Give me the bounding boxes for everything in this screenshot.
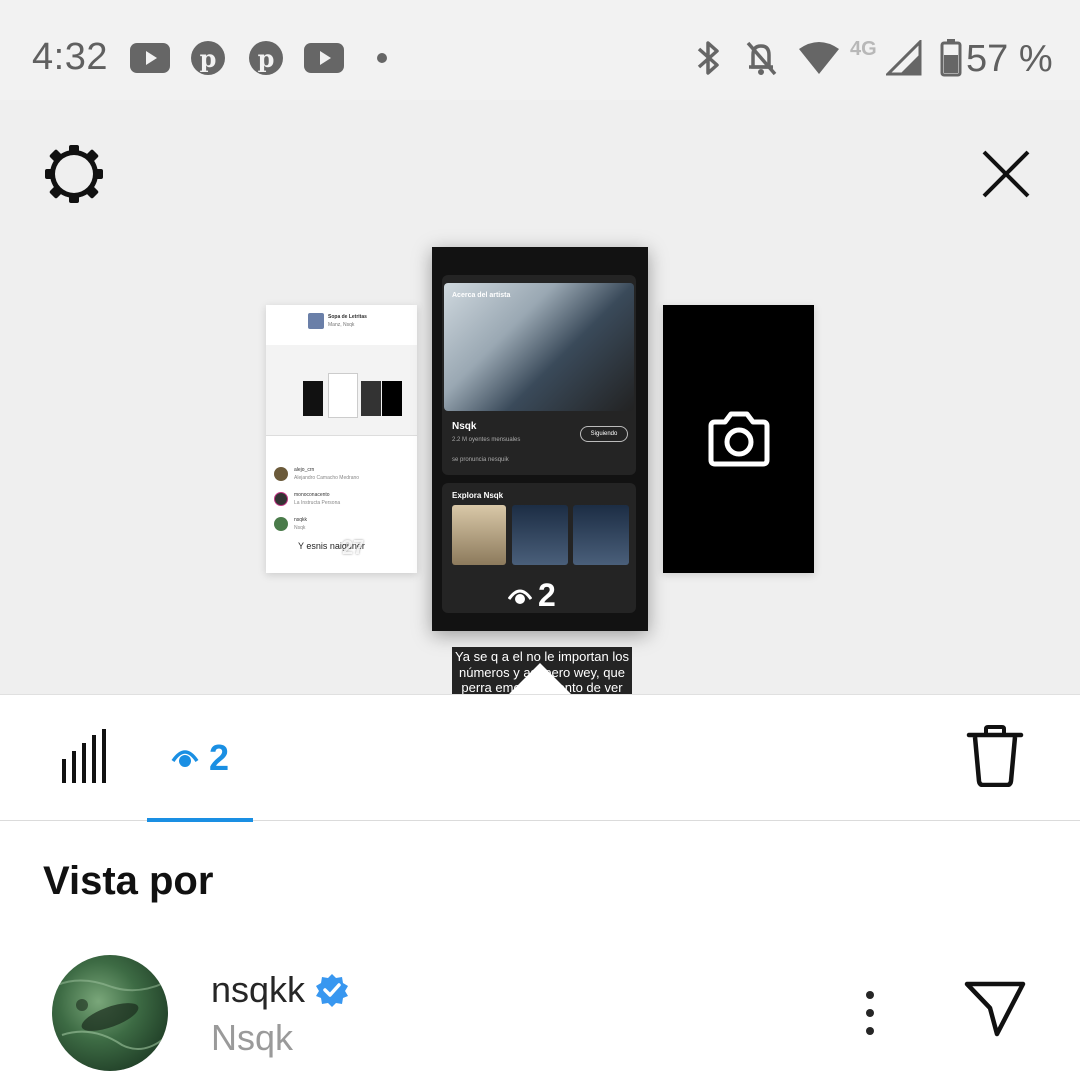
album-art: [308, 313, 324, 329]
verified-badge-icon: [316, 974, 349, 1007]
thumb-row-sub: Alejandro Camacho Medrano: [294, 475, 360, 481]
thumb-subtitle: Manz, Nsqk: [328, 322, 355, 328]
dot-icon: [376, 38, 388, 78]
dot: [866, 991, 874, 999]
send-message-button[interactable]: [964, 981, 1028, 1045]
pinterest-icon: p: [248, 38, 284, 78]
network-type: 4G: [850, 38, 877, 60]
thumb-view-count: 27: [342, 537, 365, 559]
battery-percent: 57 %: [966, 38, 1053, 80]
center-view-count: 2: [538, 577, 556, 613]
story-thumbnail-current[interactable]: Acerca del artista Nsqk 2.2 M oyentes me…: [432, 247, 648, 631]
eye-icon: [171, 750, 199, 767]
explore-title: Explora Nsqk: [452, 491, 504, 500]
nested-thumb: [328, 373, 358, 418]
signal-icon: [886, 38, 922, 78]
viewer-row[interactable]: nsqkk Nsqk: [0, 949, 1080, 1079]
pinterest-icon: p: [190, 38, 226, 78]
gear-icon: [45, 145, 103, 203]
status-time: 4:32: [32, 36, 108, 78]
notifications-off-icon: [744, 38, 778, 78]
wifi-icon: [798, 38, 840, 78]
thumb-title: Sopa de Letritas: [328, 314, 367, 320]
avatar[interactable]: [52, 955, 168, 1071]
explore-thumb: [573, 505, 629, 565]
story-preview-area: Sopa de Letritas Manz, Nsqk alejo_crn Al…: [0, 100, 1080, 729]
svg-text:p: p: [258, 44, 275, 73]
story-thumbnail-previous[interactable]: Sopa de Letritas Manz, Nsqk alejo_crn Al…: [266, 305, 417, 573]
artist-pronunciation: se pronuncia nesquik: [452, 457, 509, 463]
preview-pointer: [509, 663, 571, 694]
artist-section-label: Acerca del artista: [452, 292, 511, 299]
tab-viewers[interactable]: 2: [147, 695, 253, 822]
thumb-row-name: monoconacento: [294, 492, 330, 498]
nested-thumb: [303, 381, 323, 416]
nested-preview: [266, 345, 417, 435]
bar-chart-icon: [62, 729, 106, 783]
svg-text:p: p: [200, 44, 217, 73]
artist-name: Nsqk: [452, 421, 477, 432]
active-tab-indicator: [147, 818, 253, 822]
story-thumbnail-add[interactable]: [663, 305, 814, 573]
settings-button[interactable]: [34, 134, 114, 214]
viewers-count: 2: [208, 737, 230, 778]
artist-card: Acerca del artista Nsqk 2.2 M oyentes me…: [442, 275, 636, 475]
nested-thumb: [382, 381, 402, 416]
viewer-full-name: Nsqk: [211, 1017, 294, 1058]
thumb-row-sub: Nsqk: [294, 525, 306, 531]
bluetooth-icon: [692, 38, 724, 78]
youtube-icon: [130, 38, 170, 78]
tab-stats[interactable]: [58, 729, 110, 785]
trash-icon: [966, 725, 1024, 788]
explore-thumb: [452, 505, 506, 565]
camera-icon: [708, 411, 769, 467]
close-button[interactable]: [966, 134, 1046, 214]
viewers-section-title: Vista por: [43, 859, 214, 903]
viewer-username-group[interactable]: nsqkk: [211, 969, 349, 1011]
status-bar: 4:32 p p 4G 57 %: [0, 0, 1080, 100]
battery-icon: [940, 38, 962, 78]
artist-listeners: 2.2 M oyentes mensuales: [452, 437, 521, 443]
follow-button: Siguiendo: [580, 426, 628, 442]
eye-icon: [508, 589, 532, 604]
insights-tab-bar: 2: [0, 695, 1080, 822]
thumb-row-name: alejo_crn: [294, 467, 315, 473]
avatar-image: [56, 979, 165, 1050]
send-icon: [964, 981, 1026, 1037]
nested-thumb: [361, 381, 381, 416]
more-options-button[interactable]: [850, 985, 890, 1041]
story-insights-sheet: 2 Vista por nsqkk Nsqk: [0, 694, 1080, 1084]
avatar: [274, 492, 288, 506]
viewer-username: nsqkk: [211, 969, 306, 1010]
explore-thumb: [512, 505, 568, 565]
avatar: [274, 467, 288, 481]
close-icon: [982, 150, 1030, 198]
divider: [266, 435, 417, 436]
avatar: [274, 517, 288, 531]
artist-photo: [444, 283, 634, 411]
dot: [866, 1027, 874, 1035]
thumb-row-sub: La Instructa Persona: [294, 500, 341, 506]
delete-story-button[interactable]: [966, 725, 1028, 791]
center-view-badge: 2: [508, 577, 556, 614]
dot: [866, 1009, 874, 1017]
thumb-row-name: nsqkk: [294, 517, 308, 523]
youtube-icon: [304, 38, 344, 78]
